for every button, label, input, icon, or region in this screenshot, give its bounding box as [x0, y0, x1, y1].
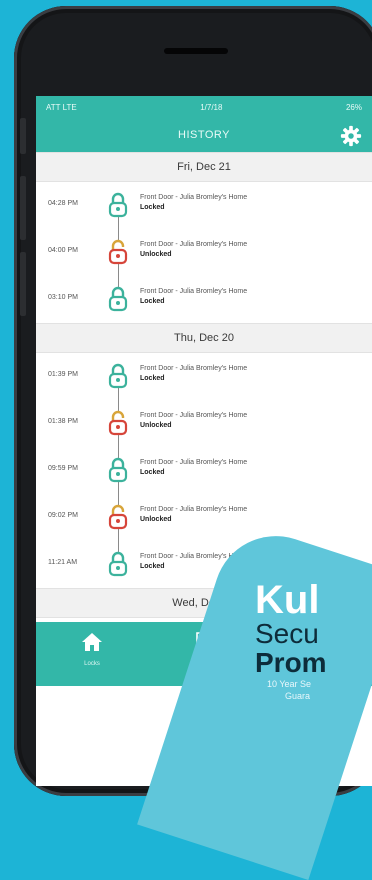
entry-location: Front Door - Julia Bromley's Home	[140, 365, 248, 372]
lock-open-icon	[108, 410, 128, 436]
history-entry[interactable]: 09:02 PM Front Door - Julia Bromley's Hom…	[36, 494, 372, 541]
entry-time: 03:10 PM	[48, 294, 78, 301]
entry-time: 04:00 PM	[48, 247, 78, 254]
entry-location: Front Door - Julia Bromley's Home	[140, 459, 248, 466]
status-time: 1/7/18	[200, 102, 223, 112]
entry-status: Unlocked	[140, 516, 172, 523]
timeline-line	[118, 217, 119, 229]
entry-status: Locked	[140, 563, 165, 570]
entry-location: Front Door - Julia Bromley's Home	[140, 194, 248, 201]
tab-locks[interactable]: Locks	[42, 622, 142, 667]
lock-closed-icon	[108, 457, 128, 483]
page-title: HISTORY	[178, 129, 230, 141]
lock-open-icon	[108, 239, 128, 265]
promo-sub-1: 10 Year Se	[267, 679, 312, 689]
entry-status: Locked	[140, 469, 165, 476]
lock-closed-icon	[108, 192, 128, 218]
lock-closed-icon	[108, 551, 128, 577]
history-entry[interactable]: 09:59 PM Front Door - Julia Bromley's Hom…	[36, 447, 372, 494]
entry-time: 09:59 PM	[48, 465, 78, 472]
history-entry[interactable]: 01:38 PM Front Door - Julia Bromley's Hom…	[36, 400, 372, 447]
status-bar: ATT LTE 1/7/18 26%	[36, 96, 372, 118]
battery-label: 26%	[345, 102, 362, 112]
entry-time: 11:21 AM	[48, 559, 78, 566]
promo-line-2: Prom	[255, 647, 327, 678]
history-entry[interactable]: 04:28 PM Front Door - Julia Bromley's Hom…	[36, 182, 372, 229]
promo-brand: Kul	[255, 578, 320, 622]
volume-down-button	[20, 252, 26, 316]
history-entry[interactable]: 01:39 PM Front Door - Julia Bromley's Hom…	[36, 353, 372, 400]
entry-location: Front Door - Julia Bromley's Home	[140, 412, 248, 419]
tab-locks-label: Locks	[84, 661, 100, 667]
timeline-line	[118, 388, 119, 400]
entry-time: 01:39 PM	[48, 371, 78, 378]
entry-location: Front Door - Julia Bromley's Home	[140, 241, 248, 248]
promo-text: Kul Secu Prom 10 Year Se Guara	[255, 580, 372, 702]
timeline-line	[118, 435, 119, 447]
carrier-label: ATT LTE	[46, 102, 77, 112]
lock-open-icon	[108, 504, 128, 530]
history-entry[interactable]: 04:00 PM Front Door - Julia Bromley's Hom…	[36, 229, 372, 276]
entry-status: Unlocked	[140, 422, 172, 429]
gear-icon[interactable]	[340, 125, 362, 147]
timeline-line	[118, 529, 119, 541]
volume-up-button	[20, 176, 26, 240]
promo-line-1: Secu	[255, 618, 319, 649]
entry-status: Unlocked	[140, 251, 172, 258]
mute-switch	[20, 118, 26, 154]
entry-time: 04:28 PM	[48, 200, 78, 207]
earpiece-speaker	[164, 48, 228, 54]
nav-bar: HISTORY	[36, 118, 372, 152]
home-icon	[82, 633, 102, 651]
timeline-line	[118, 264, 119, 276]
entry-time: 09:02 PM	[48, 512, 78, 519]
timeline-line	[118, 482, 119, 494]
entry-status: Locked	[140, 204, 165, 211]
entry-status: Locked	[140, 375, 165, 382]
lock-closed-icon	[108, 286, 128, 312]
day-header: Fri, Dec 21	[36, 152, 372, 182]
entry-location: Front Door - Julia Bromley's Home	[140, 506, 248, 513]
day-header: Thu, Dec 20	[36, 323, 372, 353]
lock-closed-icon	[108, 363, 128, 389]
entry-location: Front Door - Julia Bromley's Home	[140, 288, 248, 295]
entry-status: Locked	[140, 298, 165, 305]
promo-sub-2: Guara	[285, 691, 311, 701]
history-entry[interactable]: 03:10 PM Front Door - Julia Bromley's Hom…	[36, 276, 372, 323]
entry-time: 01:38 PM	[48, 418, 78, 425]
